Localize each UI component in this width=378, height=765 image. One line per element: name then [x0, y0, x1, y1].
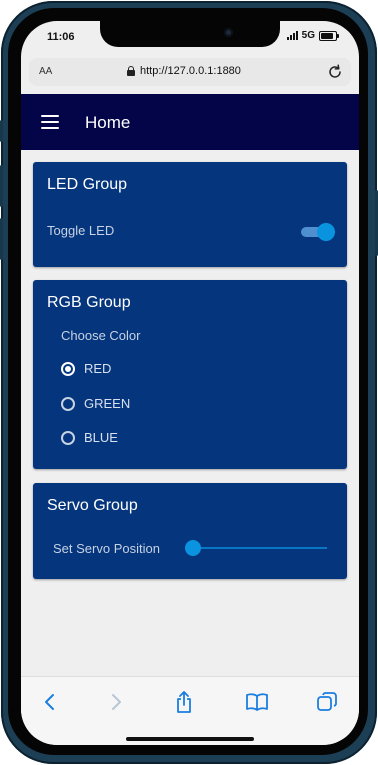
status-indicators: 5G	[286, 30, 339, 41]
rgb-group-card: RGB Group Choose Color RED GREEN BLUE	[33, 280, 347, 469]
home-indicator	[126, 737, 254, 741]
url-field[interactable]: http://127.0.0.1:1880	[127, 65, 241, 77]
lock-icon	[127, 66, 135, 76]
radio-option-blue[interactable]: BLUE	[61, 430, 118, 445]
app-header: Home	[21, 94, 359, 150]
radio-label-red: RED	[84, 361, 112, 376]
radio-option-green[interactable]: GREEN	[61, 396, 130, 411]
menu-icon[interactable]	[41, 115, 59, 129]
radio-button-red[interactable]	[61, 361, 75, 376]
radio-button-green[interactable]	[61, 396, 75, 411]
radio-label-blue: BLUE	[84, 430, 118, 445]
slider-track	[185, 547, 327, 549]
signal-icon	[286, 31, 298, 40]
reader-options-button[interactable]: AA	[39, 66, 52, 77]
network-type: 5G	[301, 30, 315, 41]
back-icon[interactable]	[37, 689, 63, 715]
address-bar[interactable]: AA http://127.0.0.1:1880	[29, 58, 351, 86]
url-text: http://127.0.0.1:1880	[140, 65, 241, 77]
servo-group-card: Servo Group Set Servo Position	[33, 483, 347, 579]
forward-icon[interactable]	[103, 689, 129, 715]
notch	[100, 21, 280, 47]
tabs-icon[interactable]	[314, 689, 340, 715]
slider-thumb[interactable]	[185, 540, 201, 556]
page-title: Home	[85, 113, 131, 132]
rgb-group-title: RGB Group	[47, 294, 131, 311]
servo-position-label: Set Servo Position	[53, 541, 160, 556]
radio-option-red[interactable]: RED	[61, 361, 111, 376]
choose-color-label: Choose Color	[61, 328, 141, 343]
toggle-led-switch[interactable]	[301, 223, 335, 241]
led-group-title: LED Group	[47, 176, 128, 193]
reload-icon[interactable]	[325, 62, 345, 87]
servo-position-slider[interactable]	[185, 540, 327, 556]
servo-group-title: Servo Group	[47, 497, 138, 514]
battery-icon	[319, 30, 339, 41]
toggle-led-label: Toggle LED	[47, 223, 115, 238]
radio-label-green: GREEN	[84, 396, 131, 411]
radio-button-blue[interactable]	[61, 430, 75, 445]
front-camera	[224, 28, 233, 37]
share-icon[interactable]	[171, 689, 197, 715]
volume-down-button	[0, 218, 3, 260]
toggle-knob	[317, 223, 335, 241]
volume-up-button	[0, 165, 3, 207]
browser-toolbar	[21, 676, 359, 745]
silent-switch	[0, 120, 3, 142]
led-group-card: LED Group Toggle LED	[33, 162, 347, 267]
phone-screen: 11:06 5G AA http://127.0.0.1:1880 Home L…	[21, 21, 359, 745]
status-time: 11:06	[47, 31, 75, 43]
bookmarks-icon[interactable]	[244, 689, 270, 715]
